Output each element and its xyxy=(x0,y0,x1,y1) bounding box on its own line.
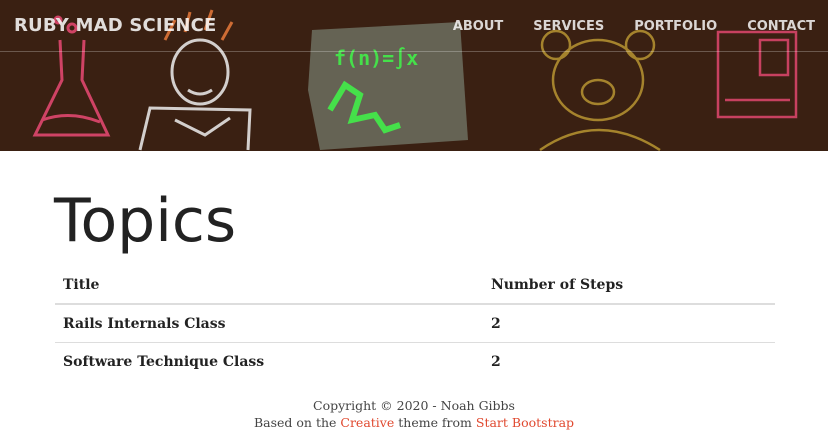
topic-title-cell[interactable]: Software Technique Class xyxy=(55,343,483,381)
footer: Copyright © 2020 - Noah Gibbs Based on t… xyxy=(0,397,828,431)
attribution-prefix: Based on the xyxy=(253,415,341,430)
brand-logo-link[interactable]: RUBY MAD SCIENCE xyxy=(14,15,217,36)
topics-table: Title Number of Steps Rails Internals Cl… xyxy=(55,267,775,380)
nav-link-about[interactable]: ABOUT xyxy=(453,19,503,34)
attribution-line: Based on the Creative theme from Start B… xyxy=(0,414,828,431)
nav-link-contact[interactable]: CONTACT xyxy=(747,19,815,34)
column-header-title: Title xyxy=(55,267,483,305)
navbar: RUBY MAD SCIENCE ABOUT SERVICES PORTFOLI… xyxy=(0,0,828,52)
creative-link[interactable]: Creative xyxy=(340,415,394,430)
attribution-middle: theme from xyxy=(394,415,476,430)
page-title: Topics xyxy=(54,186,237,256)
hero-banner: f(n)=∫x RUBY MAD SCIENCE ABOUT SERVICES … xyxy=(0,0,828,151)
nav-link-services[interactable]: SERVICES xyxy=(533,19,604,34)
column-header-steps: Number of Steps xyxy=(483,267,775,305)
start-bootstrap-link[interactable]: Start Bootstrap xyxy=(476,415,574,430)
topic-steps-cell: 2 xyxy=(483,304,775,343)
nav-menu: ABOUT SERVICES PORTFOLIO CONTACT xyxy=(423,17,815,34)
nav-link-portfolio[interactable]: PORTFOLIO xyxy=(634,19,717,34)
table-row[interactable]: Software Technique Class 2 xyxy=(55,343,775,381)
topic-title-cell[interactable]: Rails Internals Class xyxy=(55,304,483,343)
table-row[interactable]: Rails Internals Class 2 xyxy=(55,304,775,343)
topic-steps-cell: 2 xyxy=(491,353,501,370)
table-header-row: Title Number of Steps xyxy=(55,267,775,305)
copyright-text: Copyright © 2020 - Noah Gibbs xyxy=(313,398,515,413)
